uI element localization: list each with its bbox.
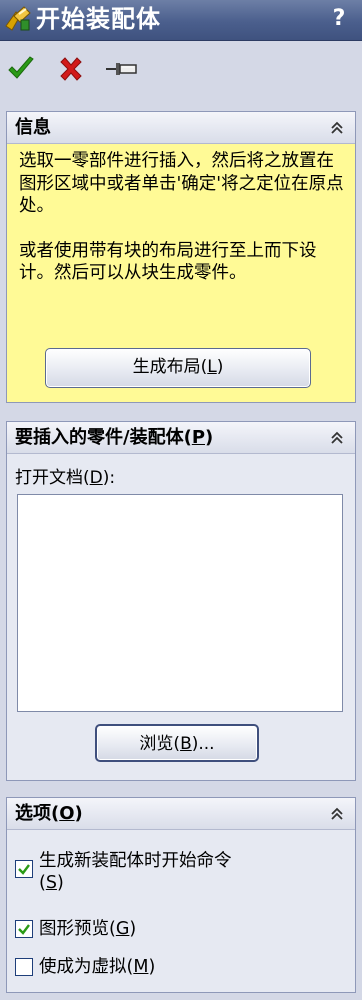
collapse-chevron-icon[interactable]	[329, 120, 345, 136]
make-virtual-label: 使成为虚拟(M)	[39, 957, 156, 977]
info-body: 选取一零部件进行插入，然后将之放置在图形区域中或者单击'确定'将之定位在原点处。…	[7, 144, 355, 285]
option-make-virtual[interactable]: 使成为虚拟(M)	[15, 954, 335, 980]
options-header[interactable]: 选项(O)	[7, 798, 355, 830]
start-command-checkbox[interactable]	[15, 860, 33, 878]
red-x-icon[interactable]	[56, 54, 86, 84]
checkmark-icon	[18, 924, 30, 935]
browse-button[interactable]: 浏览(B)...	[95, 724, 259, 762]
action-bar	[0, 44, 362, 96]
open-documents-list[interactable]	[17, 494, 343, 712]
start-command-label: 生成新装配体时开始命令 (S)	[39, 851, 232, 893]
help-button[interactable]: ?	[328, 6, 350, 32]
checkmark-icon	[18, 864, 30, 875]
make-virtual-checkbox[interactable]	[15, 958, 33, 976]
graphics-preview-checkbox[interactable]	[15, 920, 33, 938]
collapse-chevron-icon[interactable]	[329, 430, 345, 446]
parts-title: 要插入的零件/装配体(P)	[15, 427, 214, 448]
parts-header[interactable]: 要插入的零件/装配体(P)	[7, 422, 355, 454]
title-bar: 开始装配体 ?	[0, 0, 362, 41]
info-text-2: 或者使用带有块的布局进行至上而下设计。然后可以从块生成零件。	[19, 240, 317, 284]
options-title: 选项(O)	[15, 803, 83, 824]
option-start-command[interactable]: 生成新装配体时开始命令 (S)	[15, 850, 335, 896]
open-documents-label: 打开文档(D):	[15, 468, 116, 488]
page-title: 开始装配体	[36, 5, 161, 33]
create-layout-button[interactable]: 生成布局(L)	[45, 348, 311, 388]
assembly-icon	[5, 6, 31, 31]
info-title: 信息	[15, 117, 51, 138]
options-group: 选项(O) 生成新装配体时开始命令 (S) 图形预览(G) 使成为虚拟(M)	[6, 797, 356, 993]
graphics-preview-label: 图形预览(G)	[39, 919, 137, 939]
parts-group: 要插入的零件/装配体(P) 打开文档(D): 浏览(B)...	[6, 421, 356, 781]
info-group: 信息 选取一零部件进行插入，然后将之放置在图形区域中或者单击'确定'将之定位在原…	[6, 111, 356, 403]
option-graphics-preview[interactable]: 图形预览(G)	[15, 916, 335, 942]
info-text-1: 选取一零部件进行插入，然后将之放置在图形区域中或者单击'确定'将之定位在原点处。	[19, 151, 344, 216]
pushpin-icon[interactable]	[104, 54, 140, 84]
info-header[interactable]: 信息	[7, 112, 355, 144]
collapse-chevron-icon[interactable]	[329, 806, 345, 822]
green-check-icon[interactable]	[6, 54, 36, 84]
